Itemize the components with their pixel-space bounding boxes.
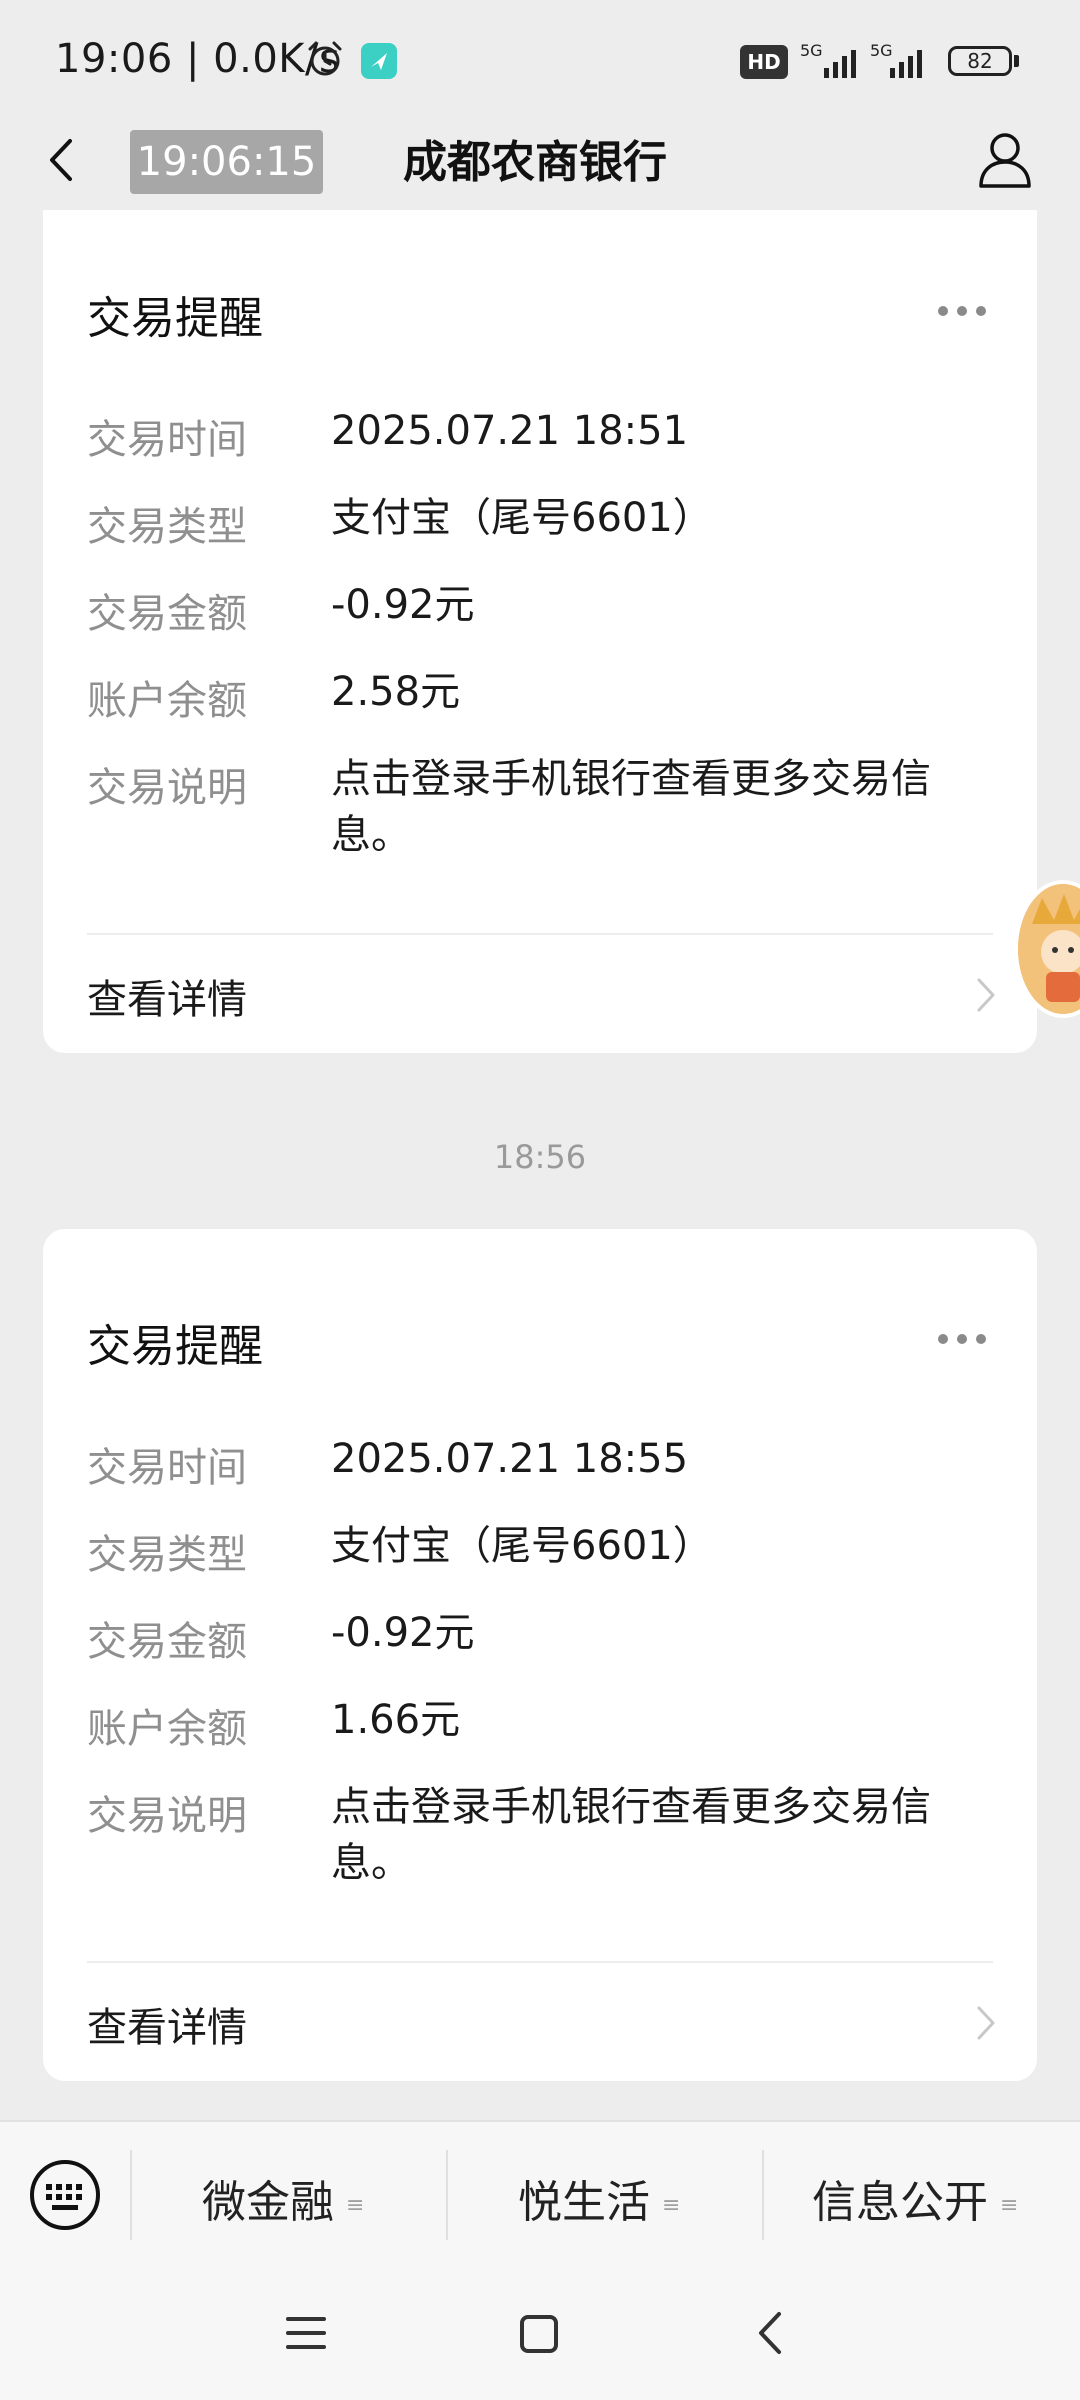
row-label-balance: 账户余额 xyxy=(87,678,247,724)
transaction-card: 交易提醒 交易时间 2025.07.21 18:55 交易类型 支付宝（尾号66… xyxy=(43,1229,1037,2081)
row-label-description: 交易说明 xyxy=(87,765,247,811)
row-label-amount: 交易金额 xyxy=(87,591,247,637)
menu-separator xyxy=(762,2150,764,2240)
keyboard-icon[interactable] xyxy=(28,2158,102,2232)
card-divider xyxy=(87,1961,993,1963)
row-label-time: 交易时间 xyxy=(87,1445,247,1491)
menu-item-life[interactable]: 悦生活 ≡ xyxy=(518,2166,680,2230)
back-icon[interactable] xyxy=(755,2310,785,2356)
svg-text:5G: 5G xyxy=(870,41,893,60)
svg-text:5G: 5G xyxy=(800,41,823,60)
row-value-description: 点击登录手机银行查看更多交易信息。 xyxy=(331,756,931,858)
menu-item-micro-finance[interactable]: 微金融 ≡ xyxy=(202,2166,364,2230)
row-label-description: 交易说明 xyxy=(87,1793,247,1839)
row-label-type: 交易类型 xyxy=(87,1532,247,1578)
row-value-type: 支付宝（尾号6601） xyxy=(331,1523,713,1569)
alarm-icon xyxy=(308,41,342,76)
menu-lines-icon: ≡ xyxy=(662,2192,681,2218)
row-label-time: 交易时间 xyxy=(87,417,247,463)
signal-5g-icon-2: 5G xyxy=(870,41,922,78)
row-value-time: 2025.07.21 18:55 xyxy=(331,1436,689,1482)
view-details-link[interactable]: 查看详情 xyxy=(87,1995,247,2053)
hd-badge: HD xyxy=(740,45,788,79)
message-timestamp: 18:56 xyxy=(493,1138,587,1176)
signal-5g-icon-1: 5G xyxy=(800,41,856,78)
view-details-link[interactable]: 查看详情 xyxy=(87,967,247,1025)
row-value-amount: -0.92元 xyxy=(331,582,475,628)
row-value-amount: -0.92元 xyxy=(331,1610,475,1656)
row-label-type: 交易类型 xyxy=(87,504,247,550)
row-value-balance: 2.58元 xyxy=(331,669,461,715)
row-label-amount: 交易金额 xyxy=(87,1619,247,1665)
battery-tip xyxy=(1014,55,1019,67)
more-dots-icon[interactable] xyxy=(936,1332,988,1346)
card-title: 交易提醒 xyxy=(87,1321,263,1372)
menu-item-info-disclosure[interactable]: 信息公开 ≡ xyxy=(812,2166,1018,2230)
menu-lines-icon: ≡ xyxy=(346,2192,365,2218)
chevron-right-icon xyxy=(977,2006,995,2040)
menu-icon[interactable] xyxy=(285,2315,327,2351)
row-value-balance: 1.66元 xyxy=(331,1697,461,1743)
page-title: 成都农商银行 xyxy=(403,137,667,188)
chevron-right-icon xyxy=(977,978,995,1012)
user-profile-icon[interactable] xyxy=(978,130,1032,190)
home-icon[interactable] xyxy=(518,2313,560,2355)
status-bar: 19:06 | 0.0K/s HD 5G 5G 82 xyxy=(0,0,1080,125)
card-title: 交易提醒 xyxy=(87,293,263,344)
navigation-app-icon xyxy=(361,43,397,79)
row-label-balance: 账户余额 xyxy=(87,1706,247,1752)
menu-separator xyxy=(130,2150,132,2240)
battery-indicator: 82 xyxy=(948,46,1012,76)
more-dots-icon[interactable] xyxy=(936,304,988,318)
row-value-description: 点击登录手机银行查看更多交易信息。 xyxy=(331,1784,931,1886)
menu-separator xyxy=(446,2150,448,2240)
row-value-time: 2025.07.21 18:51 xyxy=(331,408,689,454)
transaction-card: 交易提醒 交易时间 2025.07.21 18:51 交易类型 支付宝（尾号66… xyxy=(43,210,1037,1053)
status-time: 19:06 | 0.0K/s xyxy=(55,36,341,82)
row-value-type: 支付宝（尾号6601） xyxy=(331,495,713,541)
card-divider xyxy=(87,933,993,935)
menu-lines-icon: ≡ xyxy=(1000,2192,1019,2218)
